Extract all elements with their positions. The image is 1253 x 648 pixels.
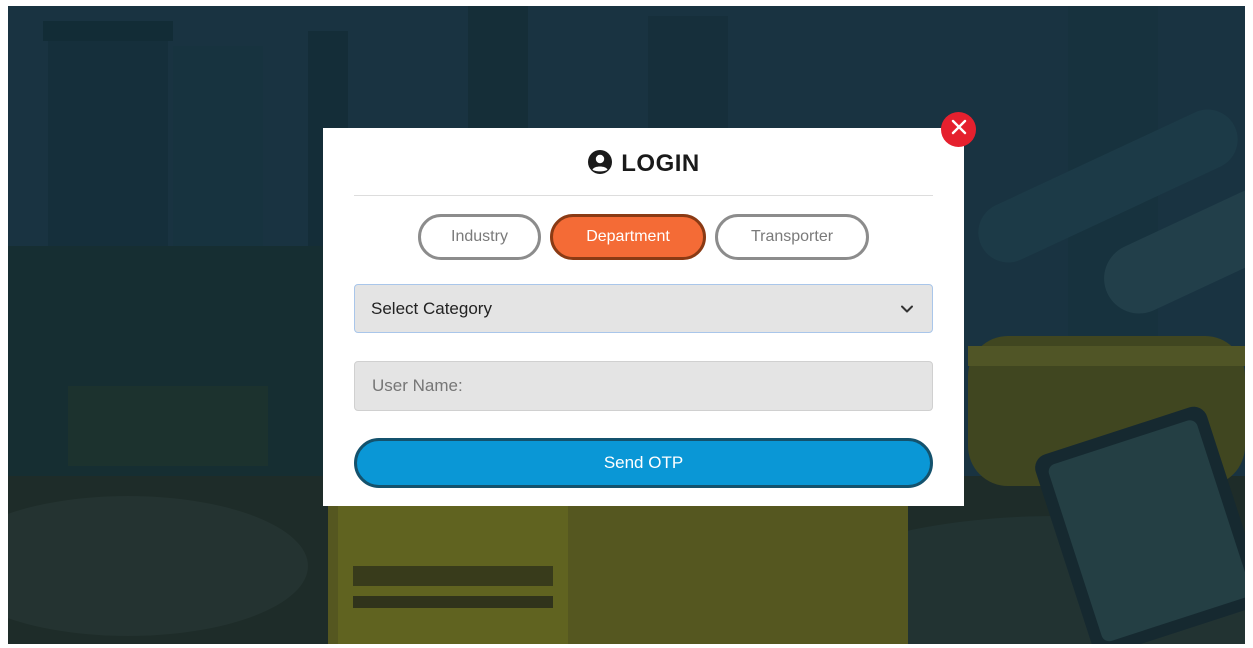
send-otp-button[interactable]: Send OTP bbox=[354, 438, 933, 488]
username-placeholder: User Name: bbox=[372, 376, 463, 395]
modal-title: LOGIN bbox=[621, 150, 700, 177]
tab-transporter[interactable]: Transporter bbox=[715, 214, 869, 260]
header-divider bbox=[354, 195, 933, 196]
close-button[interactable] bbox=[941, 112, 976, 147]
tab-department[interactable]: Department bbox=[550, 214, 706, 260]
modal-title-group: LOGIN bbox=[587, 149, 700, 180]
tab-industry[interactable]: Industry bbox=[418, 214, 541, 260]
login-type-tabs: Industry Department Transporter bbox=[323, 214, 964, 260]
category-select-value: Select Category bbox=[371, 298, 492, 318]
login-modal: LOGIN Industry Department Transporter Se… bbox=[323, 128, 964, 506]
user-circle-icon bbox=[587, 149, 613, 180]
send-otp-label: Send OTP bbox=[603, 453, 684, 472]
username-input[interactable]: User Name: bbox=[354, 361, 933, 411]
category-select[interactable]: Select Category bbox=[354, 284, 933, 333]
chevron-down-icon bbox=[900, 299, 914, 319]
modal-header: LOGIN bbox=[323, 128, 964, 196]
close-icon bbox=[951, 119, 967, 140]
